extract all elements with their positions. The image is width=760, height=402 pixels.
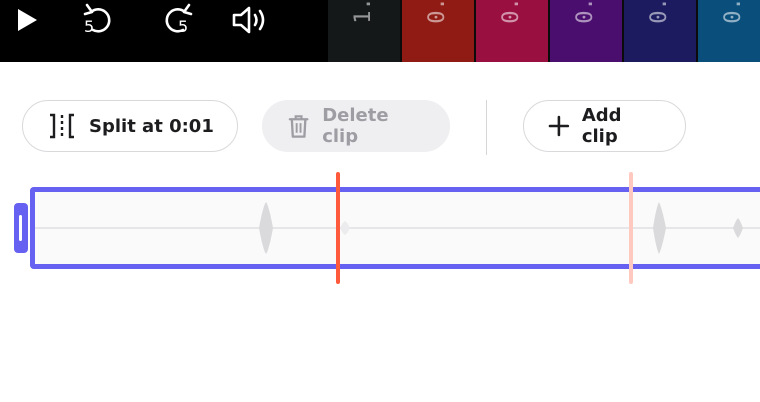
clip-timeline-track[interactable] [30,187,760,269]
filmstrip-frame: 0. [476,0,550,62]
frame-label: 1. [350,0,376,24]
volume-button[interactable] [228,0,272,40]
clip-start-handle[interactable] [14,203,28,253]
split-icon [50,113,74,139]
forward-5-button[interactable]: 5 [156,0,198,40]
filmstrip-frame: 0. [698,0,760,62]
frame-label: 0. [646,0,672,24]
volume-icon [232,6,265,34]
filmstrip-frame: 0. [402,0,476,62]
split-clip-button[interactable]: Split at 0:01 [22,100,238,152]
rewind-amount-label: 5 [84,17,95,36]
clip-end-marker[interactable] [629,172,633,284]
filmstrip-frame: 1. [328,0,402,62]
filmstrip-frame: 0. [550,0,624,62]
frame-label: 0. [720,0,746,24]
video-filmstrip: 1. 0. 0. 0. 0. 0. [328,0,760,62]
add-clip-button[interactable]: Add clip [523,100,686,152]
playhead[interactable] [336,172,340,284]
split-label: Split at 0:01 [89,115,214,137]
toolbar-divider [486,100,487,155]
rewind-5-button[interactable]: 5 [78,0,120,40]
frame-label: 0. [424,0,450,24]
delete-label: Delete clip [322,105,389,147]
play-icon [18,9,37,31]
play-button[interactable] [6,0,46,40]
player-controls-bar: 5 5 1. 0. 0. 0. 0. 0. [0,0,760,62]
delete-clip-button[interactable]: Delete clip [262,100,450,152]
forward-5-icon [165,3,193,33]
filmstrip-frame: 0. [624,0,698,62]
forward-amount-label: 5 [178,17,189,36]
frame-label: 0. [498,0,524,24]
plus-icon [548,115,570,137]
trash-icon [288,115,309,138]
frame-label: 0. [572,0,598,24]
audio-waveform [35,202,760,254]
add-label: Add clip [581,105,622,147]
